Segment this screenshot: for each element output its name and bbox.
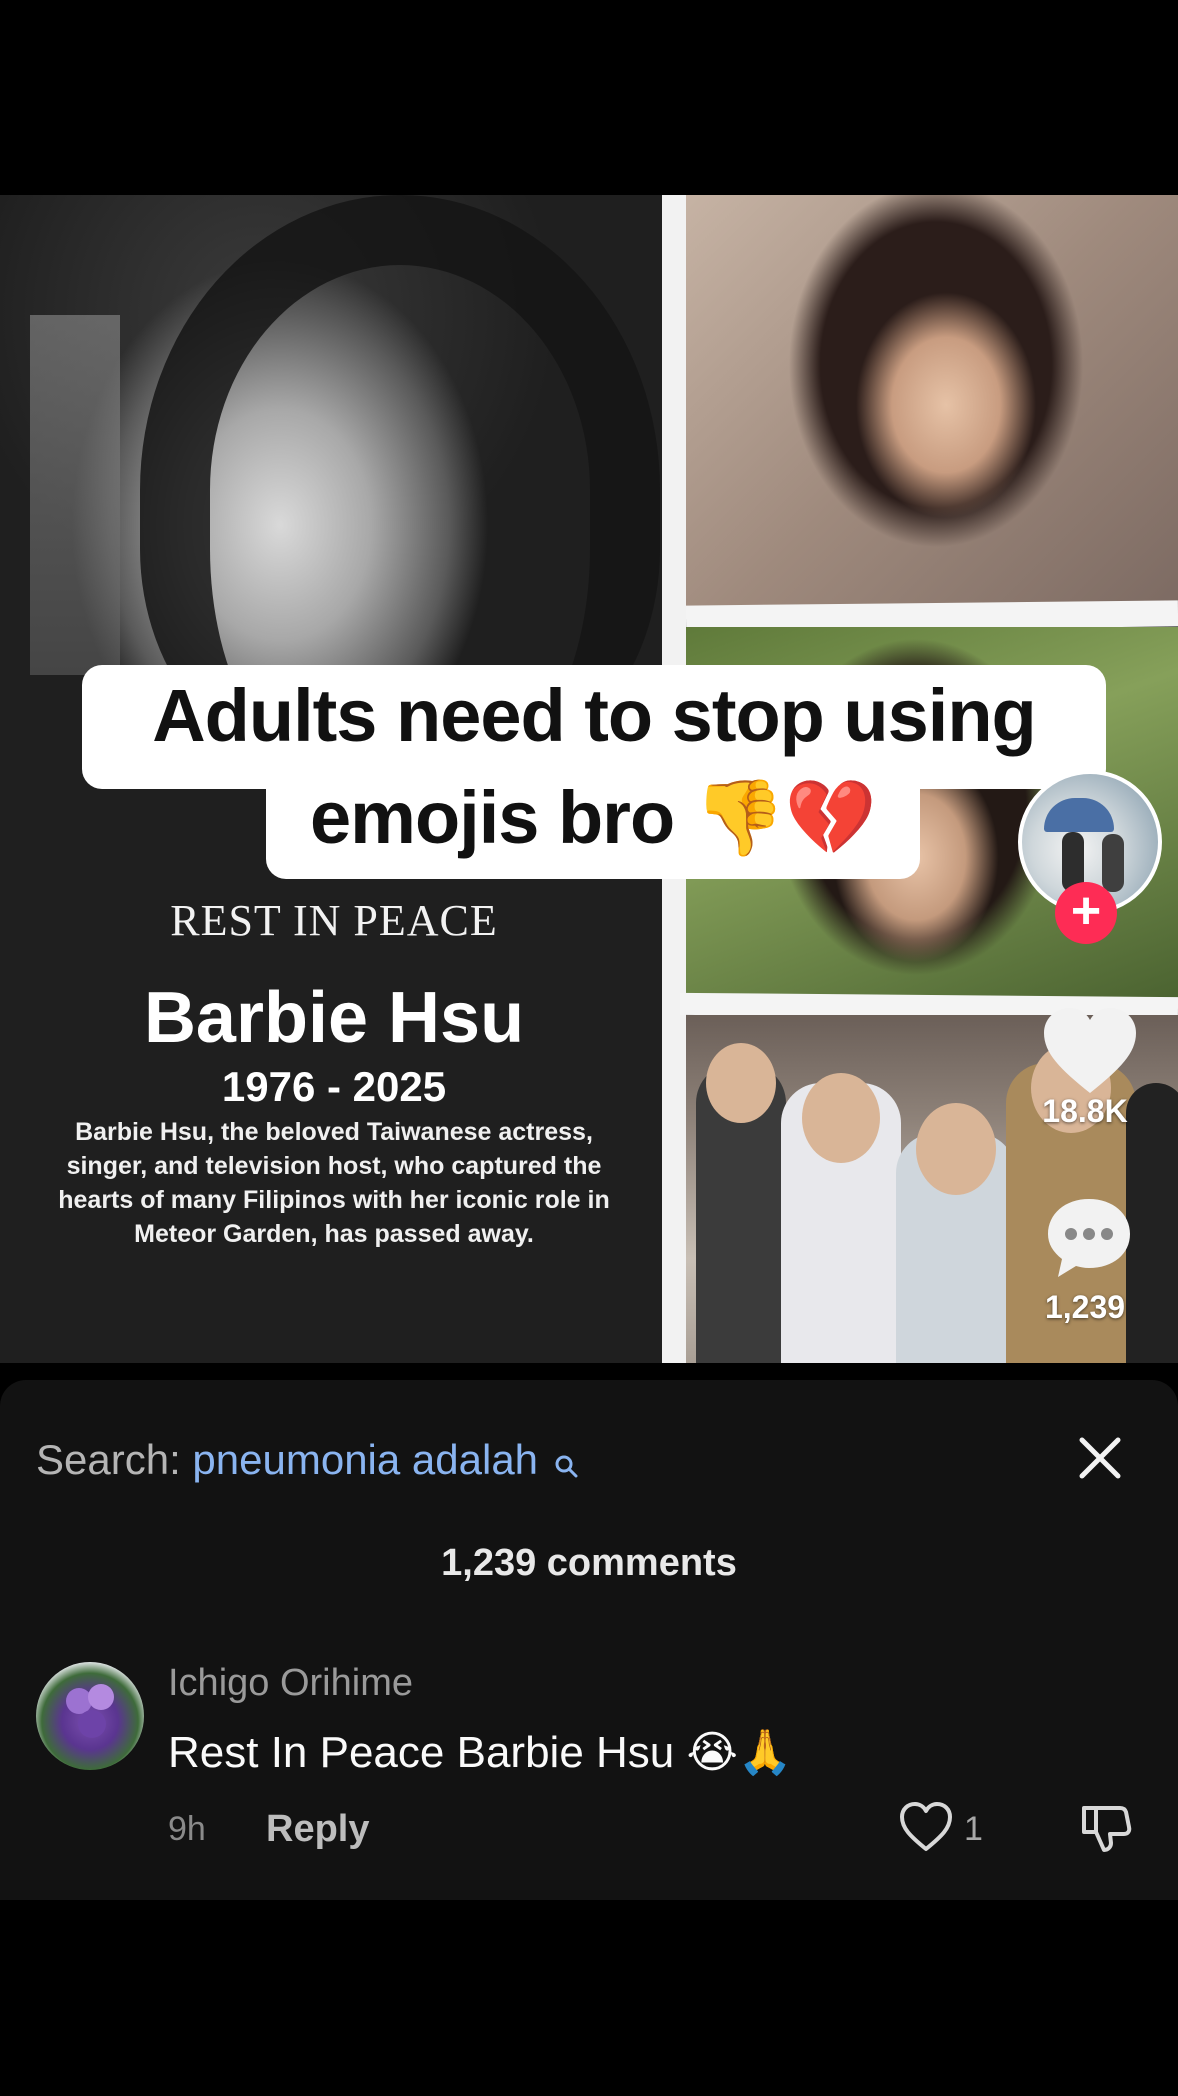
rip-name: Barbie Hsu: [143, 978, 525, 1058]
comment-like-count: 1: [964, 1810, 983, 1848]
comment-bubble-icon[interactable]: [1044, 1195, 1134, 1281]
like-count: 18.8K: [1042, 1093, 1128, 1129]
video-frame-girl-braids: [686, 195, 1178, 615]
search-suggestion[interactable]: Search: pneumonia adalah: [36, 1430, 578, 1490]
thumbs-down-icon[interactable]: [1078, 1800, 1134, 1856]
group-person: [896, 1103, 1016, 1363]
commenter-username[interactable]: Ichigo Orihime: [168, 1662, 413, 1705]
group-person: [696, 1043, 786, 1363]
background-window: [30, 315, 120, 675]
video-player[interactable]: Adults need to stop using emojis bro 👎💔 …: [0, 195, 1178, 1363]
caption-line-2: emojis bro 👎💔: [309, 776, 877, 859]
avatar-flower: [88, 1684, 114, 1710]
group-person: [781, 1073, 901, 1363]
heart-icon[interactable]: [898, 1800, 954, 1856]
rip-label: REST IN PEACE: [170, 896, 498, 945]
search-query[interactable]: pneumonia adalah: [192, 1436, 538, 1483]
commenter-avatar[interactable]: [36, 1662, 144, 1770]
caption-line-1: Adults need to stop using: [152, 674, 1037, 757]
comment-text: Rest In Peace Barbie Hsu 😭🙏: [168, 1728, 793, 1777]
follow-button[interactable]: +: [1055, 882, 1117, 944]
search-icon: [554, 1434, 578, 1494]
rip-years: 1976 - 2025: [221, 1063, 447, 1110]
reply-button[interactable]: Reply: [266, 1808, 369, 1851]
comments-sheet: Search: pneumonia adalah 1,239 comments: [0, 1380, 1178, 1900]
avatar-flower: [78, 1710, 106, 1738]
rip-description: Barbie Hsu, the beloved Taiwanese actres…: [58, 1118, 610, 1248]
search-label: Search:: [36, 1436, 181, 1483]
avatar-figure: [1102, 834, 1124, 892]
comment-time: 9h: [168, 1810, 206, 1848]
tiktok-screen: Adults need to stop using emojis bro 👎💔 …: [0, 0, 1178, 2096]
comment-count: 1,239: [1044, 1289, 1126, 1325]
close-icon[interactable]: [1074, 1432, 1126, 1484]
comments-title: 1,239 comments: [441, 1542, 737, 1584]
avatar-umbrella: [1044, 798, 1114, 832]
heart-icon[interactable]: [1040, 1005, 1140, 1097]
